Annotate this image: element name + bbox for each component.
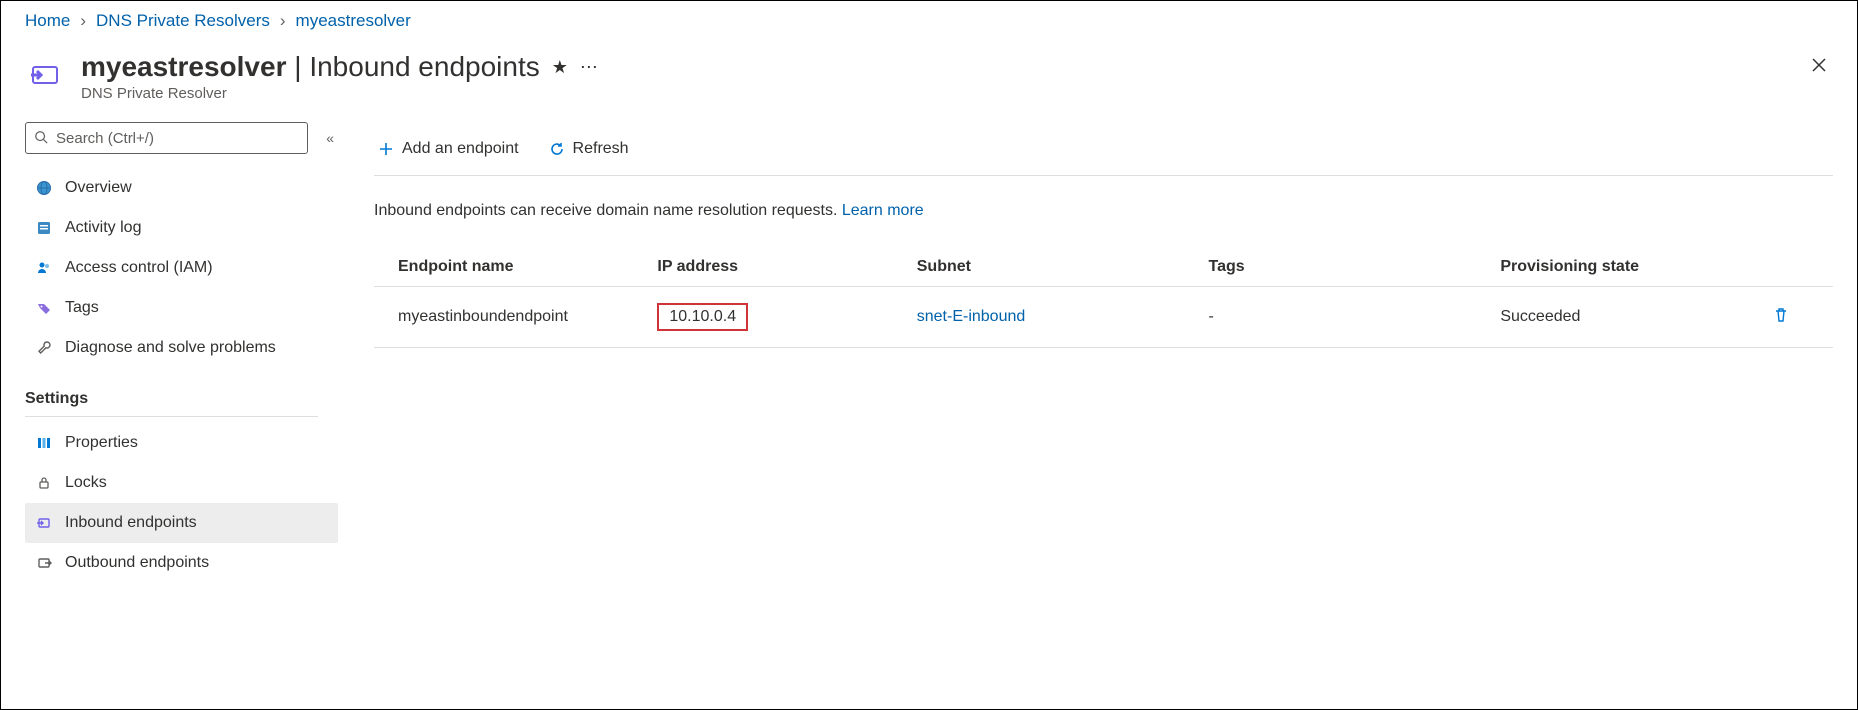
column-header-provisioning-state[interactable]: Provisioning state: [1476, 248, 1735, 287]
chevron-right-icon: ›: [280, 11, 286, 31]
sidebar-section-settings: Settings: [25, 368, 318, 417]
tag-icon: [35, 299, 53, 317]
info-text: Inbound endpoints can receive domain nam…: [374, 176, 1833, 248]
breadcrumb-dns-private-resolvers[interactable]: DNS Private Resolvers: [96, 11, 270, 31]
sidebar: « Overview Activity log Access control (…: [1, 122, 346, 710]
main-content: Add an endpoint Refresh Inbound endpoint…: [346, 122, 1857, 710]
sidebar-item-label: Outbound endpoints: [65, 554, 209, 572]
cell-tags: -: [1185, 287, 1477, 348]
learn-more-link[interactable]: Learn more: [842, 202, 924, 219]
cell-endpoint-name: myeastinboundendpoint: [374, 287, 633, 348]
column-header-endpoint-name[interactable]: Endpoint name: [374, 248, 633, 287]
sidebar-item-label: Locks: [65, 474, 107, 492]
close-button[interactable]: [1805, 51, 1833, 84]
add-endpoint-button[interactable]: Add an endpoint: [374, 134, 523, 164]
sidebar-item-access-control[interactable]: Access control (IAM): [25, 248, 338, 288]
chevron-right-icon: ›: [80, 11, 86, 31]
sidebar-item-label: Properties: [65, 434, 138, 452]
globe-icon: [35, 179, 53, 197]
column-header-ip-address[interactable]: IP address: [633, 248, 892, 287]
sidebar-item-outbound-endpoints[interactable]: Outbound endpoints: [25, 543, 338, 583]
inbound-icon: [35, 514, 53, 532]
properties-icon: [35, 434, 53, 452]
column-header-subnet[interactable]: Subnet: [893, 248, 1185, 287]
column-header-tags[interactable]: Tags: [1185, 248, 1477, 287]
lock-icon: [35, 474, 53, 492]
breadcrumb-home[interactable]: Home: [25, 11, 70, 31]
more-menu-icon[interactable]: ⋯: [580, 57, 598, 78]
breadcrumb-myeastresolver[interactable]: myeastresolver: [296, 11, 411, 31]
sidebar-item-label: Activity log: [65, 219, 141, 237]
endpoints-table: Endpoint name IP address Subnet Tags Pro…: [374, 248, 1833, 348]
collapse-sidebar-icon[interactable]: «: [322, 126, 338, 150]
breadcrumb: Home › DNS Private Resolvers › myeastres…: [1, 1, 1857, 37]
page-title: myeastresolver | Inbound endpoints: [81, 51, 540, 83]
search-icon: [34, 130, 48, 147]
refresh-icon: [549, 141, 565, 157]
sidebar-item-inbound-endpoints[interactable]: Inbound endpoints: [25, 503, 338, 543]
sidebar-item-diagnose[interactable]: Diagnose and solve problems: [25, 328, 338, 368]
people-icon: [35, 259, 53, 277]
cell-provisioning-state: Succeeded: [1476, 287, 1735, 348]
toolbar-button-label: Refresh: [573, 140, 629, 158]
delete-icon[interactable]: [1773, 311, 1789, 328]
sidebar-item-overview[interactable]: Overview: [25, 168, 338, 208]
sidebar-item-label: Overview: [65, 179, 132, 197]
search-input[interactable]: [56, 130, 299, 147]
sidebar-item-activity-log[interactable]: Activity log: [25, 208, 338, 248]
sidebar-item-properties[interactable]: Properties: [25, 423, 338, 463]
plus-icon: [378, 141, 394, 157]
toolbar: Add an endpoint Refresh: [374, 122, 1833, 176]
wrench-icon: [35, 339, 53, 357]
sidebar-search[interactable]: [25, 122, 308, 154]
sidebar-item-label: Inbound endpoints: [65, 514, 197, 532]
cell-subnet: snet-E-inbound: [893, 287, 1185, 348]
sidebar-item-label: Tags: [65, 299, 99, 317]
subnet-link[interactable]: snet-E-inbound: [917, 308, 1026, 325]
sidebar-item-label: Diagnose and solve problems: [65, 339, 276, 357]
resource-type-label: DNS Private Resolver: [81, 85, 598, 102]
sidebar-item-locks[interactable]: Locks: [25, 463, 338, 503]
refresh-button[interactable]: Refresh: [545, 134, 633, 164]
sidebar-item-tags[interactable]: Tags: [25, 288, 338, 328]
cell-ip-address: 10.10.0.4: [633, 287, 892, 348]
toolbar-button-label: Add an endpoint: [402, 140, 519, 158]
table-row[interactable]: myeastinboundendpoint 10.10.0.4 snet-E-i…: [374, 287, 1833, 348]
favorite-star-icon[interactable]: ★: [552, 57, 568, 78]
resource-header: myeastresolver | Inbound endpoints ★ ⋯ D…: [1, 37, 1857, 122]
outbound-icon: [35, 554, 53, 572]
sidebar-item-label: Access control (IAM): [65, 259, 213, 277]
log-icon: [35, 219, 53, 237]
dns-resolver-icon: [25, 55, 65, 95]
